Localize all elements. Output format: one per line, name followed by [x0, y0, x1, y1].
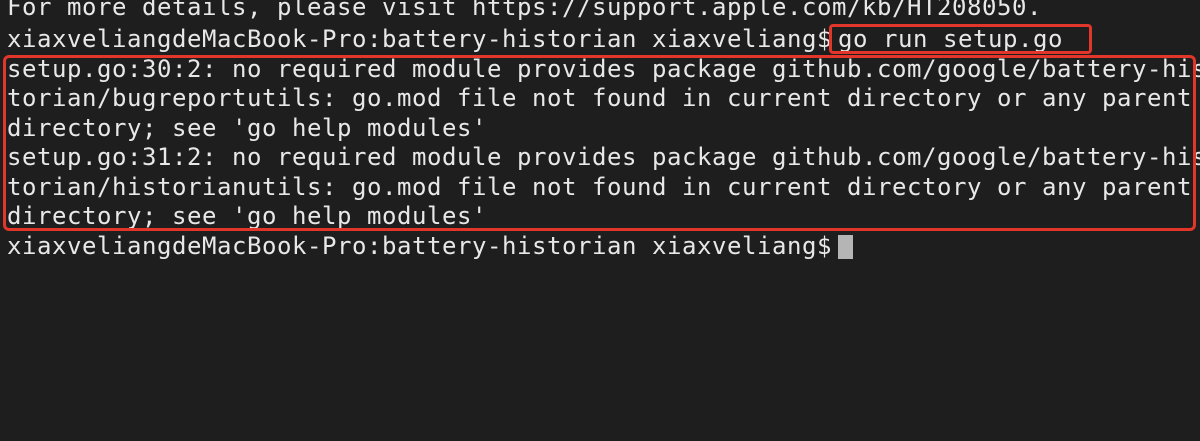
command-highlight-box	[829, 24, 1092, 54]
error-highlight-box	[3, 55, 1196, 231]
text-cursor	[838, 235, 853, 259]
terminal-window[interactable]: For more details, please visit https://s…	[0, 0, 1200, 441]
prompt-line: xiaxveliangdeMacBook-Pro:battery-histori…	[7, 25, 847, 53]
prompt-line-current: xiaxveliangdeMacBook-Pro:battery-histori…	[7, 232, 847, 260]
terminal-line-info: For more details, please visit https://s…	[7, 0, 1042, 21]
